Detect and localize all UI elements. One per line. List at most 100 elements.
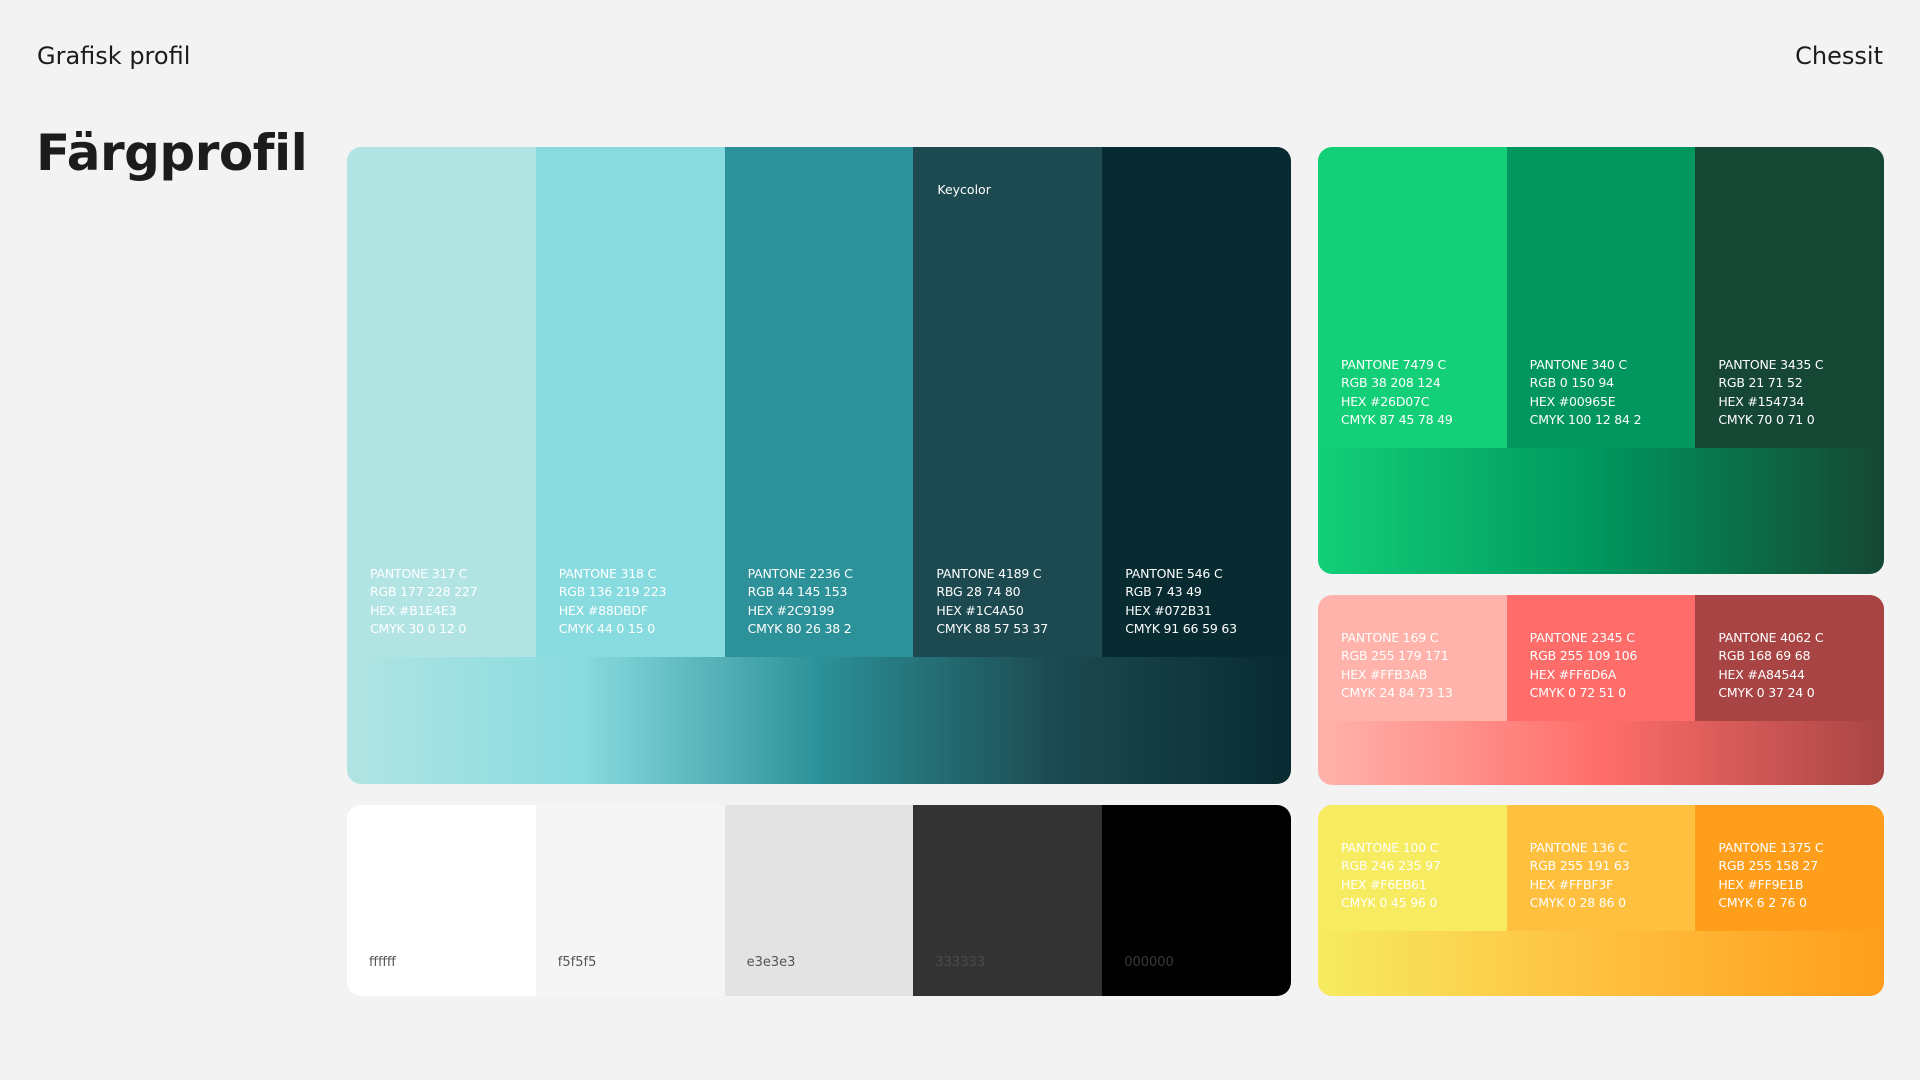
rgb-value: RGB 255 158 27 <box>1718 858 1819 874</box>
color-spec: PANTONE 546 C RGB 7 43 49 HEX #072B31 CM… <box>1125 565 1237 639</box>
teal-gradient-strip <box>347 657 1291 784</box>
red-palette-panel: PANTONE 169 C RGB 255 179 171 HEX #FFB3A… <box>1318 595 1884 785</box>
pantone-code: PANTONE 3435 C <box>1718 356 1824 372</box>
pantone-code: PANTONE 7479 C <box>1341 356 1447 372</box>
color-spec: PANTONE 1375 C RGB 255 158 27 HEX #FF9E1… <box>1718 839 1823 913</box>
color-spec: PANTONE 2236 C RGB 44 145 153 HEX #2C919… <box>748 565 853 639</box>
rgb-value: RBG 28 74 80 <box>936 584 1021 600</box>
rgb-value: RGB 0 150 94 <box>1529 375 1614 391</box>
color-spec: PANTONE 318 C RGB 136 219 223 HEX #88DBD… <box>558 565 667 639</box>
rgb-value: RGB 246 235 97 <box>1341 858 1441 874</box>
cmyk-value: CMYK 91 66 59 63 <box>1125 621 1237 637</box>
pantone-code: PANTONE 318 C <box>558 565 657 581</box>
cmyk-value: CMYK 30 0 12 0 <box>370 621 467 637</box>
page-title: Färgprofil <box>36 124 308 182</box>
keycolor-label: Keycolor <box>937 182 991 197</box>
yellow-swatch: PANTONE 1375 C RGB 255 158 27 HEX #FF9E1… <box>1695 805 1884 931</box>
pantone-code: PANTONE 317 C <box>370 565 468 581</box>
cmyk-value: CMYK 0 72 51 0 <box>1529 685 1626 701</box>
red-swatch: PANTONE 169 C RGB 255 179 171 HEX #FFB3A… <box>1318 595 1507 721</box>
hex-value: HEX #A84544 <box>1718 666 1805 682</box>
green-swatch: PANTONE 3435 C RGB 21 71 52 HEX #154734 … <box>1695 147 1884 448</box>
hex-value: HEX #26D07C <box>1341 393 1430 409</box>
rgb-value: RGB 255 109 106 <box>1529 648 1638 664</box>
teal-palette-panel: PANTONE 317 C RGB 177 228 227 HEX #B1E4E… <box>347 147 1291 784</box>
color-spec: PANTONE 169 C RGB 255 179 171 HEX #FFB3A… <box>1341 629 1453 703</box>
teal-swatch-row: PANTONE 317 C RGB 177 228 227 HEX #B1E4E… <box>347 147 1291 657</box>
rgb-value: RGB 7 43 49 <box>1125 584 1202 600</box>
hex-label: ffffff <box>369 955 396 970</box>
green-swatch-row: PANTONE 7479 C RGB 38 208 124 HEX #26D07… <box>1318 147 1884 448</box>
cmyk-value: CMYK 0 28 86 0 <box>1529 895 1626 911</box>
color-spec: PANTONE 100 C RGB 246 235 97 HEX #F6EB61… <box>1341 839 1441 913</box>
teal-swatch: PANTONE 546 C RGB 7 43 49 HEX #072B31 CM… <box>1102 147 1291 657</box>
pantone-code: PANTONE 1375 C <box>1718 839 1824 855</box>
pantone-code: PANTONE 4189 C <box>936 565 1042 581</box>
cmyk-value: CMYK 0 45 96 0 <box>1341 895 1438 911</box>
cmyk-value: CMYK 88 57 53 37 <box>936 621 1049 637</box>
hex-label: 333333 <box>935 955 986 970</box>
green-gradient-strip <box>1318 448 1884 574</box>
cmyk-value: CMYK 24 84 73 13 <box>1341 685 1453 701</box>
yellow-gradient-strip <box>1318 931 1884 996</box>
rgb-value: RGB 136 219 223 <box>558 584 667 600</box>
cmyk-value: CMYK 0 37 24 0 <box>1718 685 1815 701</box>
color-spec: PANTONE 3435 C RGB 21 71 52 HEX #154734 … <box>1718 356 1823 430</box>
color-spec: PANTONE 2345 C RGB 255 109 106 HEX #FF6D… <box>1529 629 1638 703</box>
cmyk-value: CMYK 100 12 84 2 <box>1529 412 1642 428</box>
hex-value: HEX #B1E4E3 <box>370 602 457 618</box>
color-spec: PANTONE 4062 C RGB 168 69 68 HEX #A84544… <box>1718 629 1823 703</box>
yellow-swatch-row: PANTONE 100 C RGB 246 235 97 HEX #F6EB61… <box>1318 805 1884 931</box>
pantone-code: PANTONE 2345 C <box>1529 629 1635 645</box>
red-swatch: PANTONE 2345 C RGB 255 109 106 HEX #FF6D… <box>1506 595 1696 721</box>
green-swatch: PANTONE 7479 C RGB 38 208 124 HEX #26D07… <box>1318 147 1507 448</box>
yellow-palette-panel: PANTONE 100 C RGB 246 235 97 HEX #F6EB61… <box>1318 805 1884 996</box>
rgb-value: RGB 177 228 227 <box>370 584 478 600</box>
cmyk-value: CMYK 87 45 78 49 <box>1341 412 1453 428</box>
pantone-code: PANTONE 546 C <box>1125 565 1223 581</box>
pantone-code: PANTONE 2236 C <box>747 565 853 581</box>
teal-swatch: PANTONE 2236 C RGB 44 145 153 HEX #2C919… <box>724 147 914 657</box>
hex-value: HEX #072B31 <box>1125 602 1212 618</box>
hex-label: f5f5f5 <box>557 955 597 970</box>
green-palette-panel: PANTONE 7479 C RGB 38 208 124 HEX #26D07… <box>1318 147 1884 574</box>
color-spec: PANTONE 7479 C RGB 38 208 124 HEX #26D07… <box>1341 356 1453 430</box>
teal-swatch: PANTONE 317 C RGB 177 228 227 HEX #B1E4E… <box>347 147 536 657</box>
hex-value: HEX #2C9199 <box>747 602 835 618</box>
red-swatch-row: PANTONE 169 C RGB 255 179 171 HEX #FFB3A… <box>1318 595 1884 721</box>
rgb-value: RGB 255 191 63 <box>1529 858 1630 874</box>
neutral-swatch: 000000 <box>1102 805 1291 996</box>
header-left-label: Grafisk profil <box>37 42 191 70</box>
hex-value: HEX #FF9E1B <box>1718 876 1804 892</box>
cmyk-value: CMYK 70 0 71 0 <box>1718 412 1815 428</box>
hex-value: HEX #FFBF3F <box>1529 876 1614 892</box>
rgb-value: RGB 255 179 171 <box>1341 648 1449 664</box>
hex-label: 000000 <box>1124 955 1174 970</box>
hex-value: HEX #88DBDF <box>558 602 648 618</box>
hex-value: HEX #154734 <box>1718 393 1805 409</box>
cmyk-value: CMYK 80 26 38 2 <box>747 621 852 637</box>
hex-value: HEX #F6EB61 <box>1341 876 1427 892</box>
hex-value: HEX #00965E <box>1529 393 1616 409</box>
color-spec: PANTONE 340 C RGB 0 150 94 HEX #00965E C… <box>1530 356 1642 430</box>
color-spec: PANTONE 4189 C RBG 28 74 80 HEX #1C4A50 … <box>936 565 1048 639</box>
yellow-swatch: PANTONE 136 C RGB 255 191 63 HEX #FFBF3F… <box>1506 805 1696 931</box>
cmyk-value: CMYK 44 0 15 0 <box>558 621 655 637</box>
red-swatch: PANTONE 4062 C RGB 168 69 68 HEX #A84544… <box>1695 595 1884 721</box>
hex-value: HEX #1C4A50 <box>936 602 1024 618</box>
teal-swatch-keycolor: Keycolor PANTONE 4189 C RBG 28 74 80 HEX… <box>913 147 1103 657</box>
cmyk-value: CMYK 6 2 76 0 <box>1718 895 1807 911</box>
hex-value: HEX #FF6D6A <box>1529 666 1617 682</box>
teal-swatch: PANTONE 318 C RGB 136 219 223 HEX #88DBD… <box>535 147 725 657</box>
hex-value: HEX #FFB3AB <box>1341 666 1428 682</box>
yellow-swatch: PANTONE 100 C RGB 246 235 97 HEX #F6EB61… <box>1318 805 1507 931</box>
rgb-value: RGB 38 208 124 <box>1341 375 1441 391</box>
color-spec: PANTONE 136 C RGB 255 191 63 HEX #FFBF3F… <box>1530 839 1630 913</box>
hex-label: e3e3e3 <box>746 955 796 970</box>
neutral-swatch: e3e3e3 <box>724 805 914 996</box>
green-swatch: PANTONE 340 C RGB 0 150 94 HEX #00965E C… <box>1506 147 1696 448</box>
pantone-code: PANTONE 100 C <box>1341 839 1439 855</box>
neutral-swatch: f5f5f5 <box>535 805 725 996</box>
rgb-value: RGB 21 71 52 <box>1718 375 1803 391</box>
neutral-swatch: 333333 <box>913 805 1103 996</box>
